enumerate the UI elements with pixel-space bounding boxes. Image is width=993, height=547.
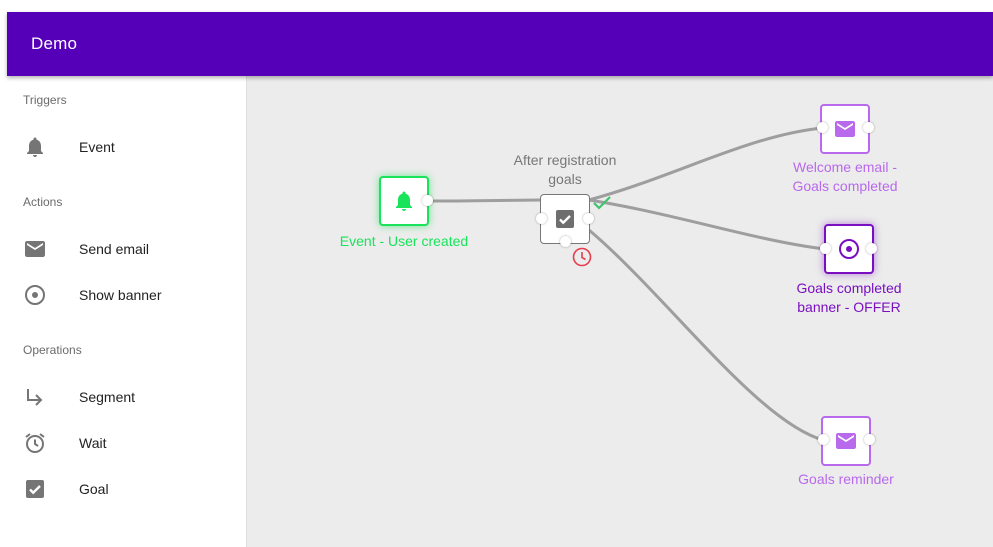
app-bar: Demo — [7, 12, 993, 76]
reminder-input-port[interactable] — [818, 434, 829, 445]
checkbox-icon — [556, 210, 574, 228]
sidebar-item-label: Event — [79, 139, 115, 155]
sidebar-item-event[interactable]: Event — [7, 127, 246, 167]
alarm-icon — [23, 431, 47, 455]
app-title: Demo — [31, 34, 78, 53]
goal-node-success-port[interactable] — [583, 213, 594, 224]
sidebar-item-show-banner[interactable]: Show banner — [7, 275, 246, 315]
sidebar: Triggers Event Actions Send email Show b… — [7, 76, 247, 547]
flow-canvas[interactable]: Event - User created After registration … — [247, 76, 993, 547]
banner-input-port[interactable] — [820, 243, 831, 254]
link-goal-to-reminder — [587, 228, 825, 442]
reminder-output-port[interactable] — [864, 434, 875, 445]
event-node-label: Event - User created — [339, 233, 469, 249]
section-label-operations: Operations — [23, 343, 82, 357]
bell-icon — [23, 135, 47, 159]
welcome-email-output-port[interactable] — [863, 122, 874, 133]
link-event-to-goal — [426, 198, 544, 203]
banner-node-label: Goals completed banner - OFFER — [796, 280, 902, 315]
link-goal-to-banner — [587, 198, 827, 251]
subdirectory-arrow-icon — [23, 385, 47, 409]
goal-node-input-port[interactable] — [536, 213, 547, 224]
sidebar-item-label: Send email — [79, 241, 150, 257]
sidebar-item-label: Segment — [79, 389, 136, 405]
email-icon — [23, 237, 47, 261]
checkmark-icon — [593, 196, 611, 210]
email-icon — [835, 121, 855, 137]
email-icon — [836, 433, 856, 449]
checkbox-icon — [23, 477, 47, 501]
sidebar-item-wait[interactable]: Wait — [7, 423, 246, 463]
sidebar-item-segment[interactable]: Segment — [7, 377, 246, 417]
goal-node-label: After registration goals — [513, 152, 617, 187]
section-label-triggers: Triggers — [23, 93, 67, 107]
section-label-actions: Actions — [23, 195, 63, 209]
welcome-email-node-label: Welcome email - Goals completed — [792, 159, 898, 194]
sidebar-item-send-email[interactable]: Send email — [7, 229, 246, 269]
bell-icon — [396, 191, 412, 211]
sidebar-item-label: Show banner — [79, 287, 162, 303]
target-icon — [839, 239, 859, 259]
event-node-output-port[interactable] — [422, 195, 433, 206]
sidebar-item-goal[interactable]: Goal — [7, 469, 246, 509]
clock-icon — [572, 247, 592, 267]
welcome-email-input-port[interactable] — [817, 122, 828, 133]
goal-node-timeout-port[interactable] — [560, 236, 571, 247]
target-icon — [23, 283, 47, 307]
reminder-node-label: Goals reminder — [798, 471, 894, 487]
sidebar-item-label: Wait — [79, 435, 107, 451]
sidebar-item-label: Goal — [79, 481, 109, 497]
banner-output-port[interactable] — [866, 243, 877, 254]
